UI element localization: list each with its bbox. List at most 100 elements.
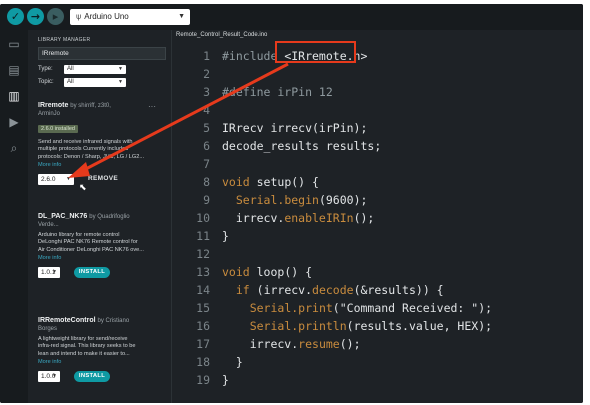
line-number: 5 bbox=[203, 121, 210, 135]
line-number: 15 bbox=[196, 301, 210, 315]
upload-button[interactable]: → bbox=[27, 8, 44, 25]
library-name: IRremote bbox=[38, 102, 69, 109]
highlight-box bbox=[275, 41, 356, 63]
code-editor[interactable]: 1 2 3 4 5 6 7 8 9 10 11 12 13 14 15 16 1… bbox=[172, 44, 583, 403]
library-author: by shirriff, z3t0, bbox=[70, 103, 111, 109]
debug-icon[interactable]: ▶ bbox=[6, 114, 22, 130]
line-number: 12 bbox=[196, 247, 210, 261]
code-text: (irrecv. bbox=[249, 283, 313, 297]
line-number: 14 bbox=[196, 283, 210, 297]
line-number: 18 bbox=[196, 355, 210, 369]
more-info-link[interactable]: More info bbox=[38, 255, 168, 261]
code-text: (9600); bbox=[318, 193, 368, 207]
topic-select-value: All bbox=[67, 79, 74, 85]
library-item-title: DL_PAC_NK76 by Quadrifoglio bbox=[38, 213, 168, 220]
type-select[interactable]: All ▼ bbox=[64, 65, 126, 74]
keyword: void bbox=[222, 265, 250, 279]
chevron-down-icon: ▼ bbox=[178, 13, 185, 20]
code-text: irrecv. bbox=[222, 337, 299, 351]
desc-line: multiple protocols Currently included bbox=[38, 146, 129, 153]
desc-line: Send and receive infrared signals with bbox=[38, 139, 133, 145]
function-call: Serial.println bbox=[249, 319, 347, 333]
code-line-8: void setup() { bbox=[222, 175, 319, 189]
library-author: by Cristiano bbox=[97, 318, 130, 324]
version-select[interactable]: 2.6.0 ▼ bbox=[38, 174, 74, 186]
chevron-down-icon: ▼ bbox=[52, 269, 57, 276]
more-info-link[interactable]: More info bbox=[38, 162, 168, 168]
library-description: Arduino library for remote control DeLon… bbox=[38, 232, 168, 254]
code-text: (&results)) { bbox=[353, 283, 444, 297]
desc-line: DeLonghi PAC NK76 Remote control for bbox=[38, 239, 138, 246]
code-line-13: void loop() { bbox=[222, 265, 312, 279]
code-line-9: Serial.begin(9600); bbox=[222, 193, 368, 207]
more-info-link[interactable]: More info bbox=[38, 359, 168, 365]
desc-line: lean and intend to make it easier to... bbox=[38, 350, 130, 357]
library-author: by Quadrifoglio bbox=[89, 214, 130, 220]
library-item-title: IRRemoteControl by Cristiano bbox=[38, 317, 168, 324]
activity-bar: ▭ ▤ ▥ ▶ ⌕ bbox=[0, 30, 28, 403]
function-call: decode bbox=[312, 283, 354, 297]
remove-button[interactable]: REMOVE bbox=[88, 175, 118, 182]
desc-line: Arduino library for remote control bbox=[38, 232, 120, 238]
library-name: DL_PAC_NK76 bbox=[38, 213, 88, 220]
code-line-6: decode_results results; bbox=[222, 139, 382, 153]
more-options-icon[interactable]: ··· bbox=[148, 102, 156, 111]
line-number: 3 bbox=[203, 85, 210, 99]
version-select[interactable]: 1.0.1 ▼ bbox=[38, 267, 60, 279]
code-text: ("Command Received: "); bbox=[332, 301, 493, 315]
library-description: Send and receive infrared signals with m… bbox=[38, 139, 168, 161]
library-search-input[interactable]: IRremote bbox=[38, 47, 166, 60]
code-text: (); bbox=[339, 337, 361, 351]
debug-button[interactable]: ▸ bbox=[47, 8, 64, 25]
desc-line: A lightweight library for send/receive bbox=[38, 336, 128, 342]
line-number: 9 bbox=[203, 193, 210, 207]
code-line-18: } bbox=[222, 355, 243, 369]
code-line-11: } bbox=[222, 229, 229, 243]
ide-window: ✓ → ▸ ψ Arduino Uno ▼ ▭ ▤ ▥ ▶ ⌕ LIBRARY M… bbox=[0, 4, 583, 403]
install-button[interactable]: INSTALL bbox=[74, 267, 110, 279]
board-selector[interactable]: ψ Arduino Uno ▼ bbox=[70, 9, 190, 25]
topic-label: Topic: bbox=[38, 79, 54, 85]
installed-badge: 2.6.0 installed bbox=[38, 125, 78, 133]
code-text: setup() { bbox=[249, 175, 319, 189]
topic-select[interactable]: All ▼ bbox=[64, 78, 126, 87]
library-icon[interactable]: ▥ bbox=[6, 88, 22, 104]
folder-icon[interactable]: ▭ bbox=[6, 36, 22, 52]
line-number: 19 bbox=[196, 373, 210, 387]
install-button[interactable]: INSTALL bbox=[74, 371, 110, 383]
keyword: if bbox=[235, 283, 250, 297]
desc-line: infra-red signal. This library seeks to … bbox=[38, 343, 136, 350]
search-icon[interactable]: ⌕ bbox=[6, 140, 22, 156]
line-number: 16 bbox=[196, 319, 210, 333]
code-line-16: Serial.println(results.value, HEX); bbox=[222, 319, 492, 333]
verify-button[interactable]: ✓ bbox=[7, 8, 24, 25]
line-number: 17 bbox=[196, 337, 210, 351]
chevron-down-icon: ▼ bbox=[66, 176, 71, 183]
code-line-10: irrecv.enableIRIn(); bbox=[222, 211, 375, 225]
version-value: 2.6.0 bbox=[41, 176, 56, 184]
panel-title: LIBRARY MANAGER bbox=[38, 37, 91, 43]
code-text: loop() { bbox=[249, 265, 313, 279]
library-description: A lightweight library for send/receive i… bbox=[38, 336, 168, 358]
code-line-5: IRrecv irrecv(irPin); bbox=[222, 121, 368, 135]
code-text: irrecv. bbox=[222, 211, 285, 225]
tab-sketch[interactable]: Remote_Control_Result_Code.ino bbox=[176, 32, 267, 38]
code-line-17: irrecv.resume(); bbox=[222, 337, 361, 351]
boards-icon[interactable]: ▤ bbox=[6, 62, 22, 78]
type-label: Type: bbox=[38, 66, 53, 72]
library-author-cont: Borges bbox=[38, 326, 58, 332]
line-number: 7 bbox=[203, 157, 210, 171]
library-item-irremotecontrol: IRRemoteControl by Cristiano Borges A li… bbox=[38, 317, 168, 383]
library-item-irremote: IRremote by shirriff, z3t0, ArminJo 2.6.… bbox=[38, 102, 168, 193]
code-line-15: Serial.print("Command Received: "); bbox=[222, 301, 492, 315]
line-number: 4 bbox=[203, 103, 210, 117]
version-row: 2.6.0 ▼ REMOVE ⬉ bbox=[38, 174, 168, 193]
usb-icon: ψ bbox=[76, 12, 82, 21]
version-select[interactable]: 1.0.0 ▼ bbox=[38, 371, 60, 383]
line-number: 2 bbox=[203, 67, 210, 81]
line-number: 13 bbox=[196, 265, 210, 279]
